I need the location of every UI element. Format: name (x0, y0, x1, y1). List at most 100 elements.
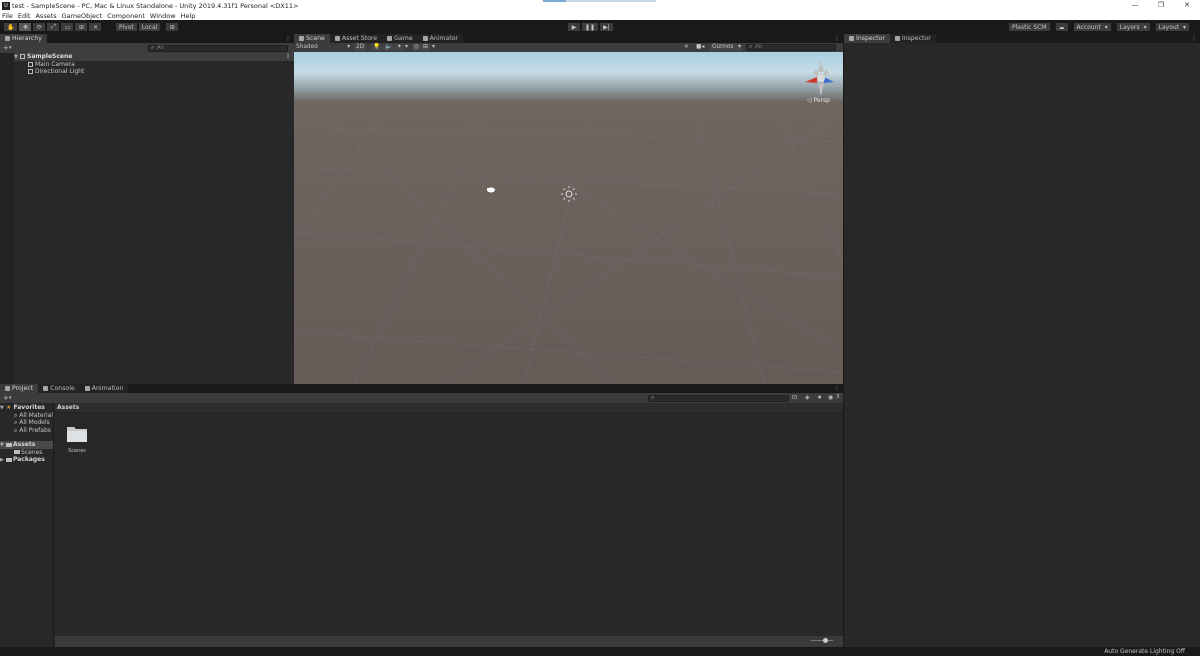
rect-tool-icon[interactable]: ▭ (60, 22, 75, 32)
account-dropdown[interactable]: Account (1072, 22, 1112, 32)
project-tabbar: Project Console Animation ⋮ (0, 384, 843, 393)
icon-size-slider-track[interactable] (811, 640, 833, 641)
hierarchy-tabbar: Hierarchy ⋮ (0, 34, 294, 43)
tab-animator[interactable]: Animator (417, 34, 463, 43)
scenes-folder-row[interactable]: Scenes (0, 449, 53, 457)
project-bottom-bar (55, 636, 843, 647)
perspective-label[interactable]: ◁ Persp (807, 97, 830, 104)
tab-asset-store[interactable]: Asset Store (329, 34, 383, 43)
hidden-objects-icon[interactable]: ◎ (412, 44, 422, 51)
panel-menu-icon[interactable]: ⋮ (834, 34, 840, 43)
grid-toggle-icon[interactable]: ⊞ (421, 44, 430, 51)
breadcrumb[interactable]: Assets (55, 403, 843, 413)
tab-inspector-2[interactable]: Inspector (889, 34, 936, 43)
step-button[interactable]: ▶| (599, 22, 614, 32)
orientation-gizmo-icon[interactable] (805, 60, 834, 96)
scene-menu-icon[interactable]: ⋮ (285, 53, 291, 61)
lighting-toggle-icon[interactable]: 💡 (371, 44, 383, 51)
pause-button[interactable]: ❚❚ (581, 22, 600, 32)
mode-2d-toggle[interactable]: 2D (354, 44, 367, 51)
tab-project-label: Project (12, 385, 34, 392)
scale-tool-icon[interactable]: ⤢ (46, 22, 61, 32)
scenes-folder-label[interactable]: Scenes (61, 448, 93, 454)
project-search-input[interactable] (648, 395, 789, 402)
play-button[interactable]: ▶ (567, 22, 581, 32)
chevron-down-icon[interactable]: ▾ (9, 393, 12, 403)
favorites-item[interactable]: ⌕ All Material (0, 412, 53, 420)
hierarchy-subbar: + ▾ All (0, 43, 294, 53)
scene-search-input[interactable]: All (746, 44, 836, 51)
minimize-icon[interactable]: — (1122, 0, 1148, 11)
layers-dropdown[interactable]: Layers (1115, 22, 1151, 32)
tab-inspector-label: Inspector (856, 35, 885, 42)
audio-toggle-icon[interactable]: 🔈 (383, 44, 395, 51)
tab-scene[interactable]: Scene (294, 34, 330, 43)
folder-icon (14, 450, 20, 454)
tools-icon[interactable]: ✕ (684, 44, 689, 51)
effects-toggle-icon[interactable]: ✦ (395, 44, 404, 51)
favorites-item[interactable]: ⌕ All Models (0, 419, 53, 427)
scene-icon (20, 54, 25, 59)
scene-viewport[interactable]: ◁ Persp (294, 52, 843, 384)
tab-inspector[interactable]: Inspector (844, 34, 890, 43)
tab-animation[interactable]: Animation (79, 384, 129, 393)
tab-hierarchy[interactable]: Hierarchy (0, 34, 47, 43)
menu-help[interactable]: Help (181, 12, 196, 20)
tab-game[interactable]: Game (382, 34, 418, 43)
inspector-icon (894, 36, 900, 41)
scenes-folder-icon[interactable] (66, 425, 88, 443)
layout-dropdown[interactable]: Layout (1154, 22, 1191, 32)
gizmos-dropdown[interactable]: Gizmos ▾ (710, 44, 742, 51)
move-tool-icon[interactable]: ✥ (18, 22, 33, 32)
grid-snap-icon[interactable]: ⊞ (165, 22, 180, 32)
project-add-button[interactable]: + (3, 393, 9, 403)
shading-mode-dropdown[interactable]: Shaded ▾ (296, 44, 350, 51)
menu-component[interactable]: Component (107, 12, 145, 20)
tree-row-directional-light[interactable]: Directional Light (14, 68, 294, 76)
menu-window[interactable]: Window (150, 12, 176, 20)
close-icon[interactable]: ✕ (1174, 0, 1200, 11)
search-by-label-icon[interactable]: ◈ (805, 394, 810, 401)
custom-tool-icon[interactable]: ✕ (88, 22, 103, 32)
panel-menu-icon[interactable]: ⋮ (1191, 34, 1197, 43)
maximize-icon[interactable]: ❐ (1148, 0, 1174, 11)
local-toggle-button[interactable]: Local (137, 22, 162, 32)
hierarchy-search-input[interactable]: All (148, 45, 288, 52)
tab-console[interactable]: Console (38, 384, 80, 393)
menu-gameobject[interactable]: GameObject (62, 12, 103, 20)
tree-row-main-camera[interactable]: Main Camera (14, 61, 294, 69)
panel-menu-icon[interactable]: ⋮ (834, 384, 840, 393)
plastic-scm-button[interactable]: Plastic SCM (1008, 22, 1051, 32)
chevron-down-icon[interactable]: ▾ (9, 43, 12, 53)
tab-console-label: Console (50, 385, 75, 392)
panel-menu-icon[interactable]: ⋮ (285, 34, 291, 43)
rotate-tool-icon[interactable]: ⟳ (32, 22, 47, 32)
hand-tool-icon[interactable]: ✋ (3, 22, 19, 32)
menu-file[interactable]: File (2, 12, 13, 20)
search-by-type-icon[interactable]: ⊡ (792, 394, 797, 401)
favorite-star-icon: ★ (6, 404, 12, 411)
camera-icon[interactable]: ■◂ (696, 44, 704, 51)
icon-size-slider-handle[interactable] (823, 638, 828, 643)
light-gizmo-icon[interactable] (561, 186, 577, 202)
hidden-packages-icon[interactable]: ◉ (828, 394, 833, 401)
hierarchy-add-button[interactable]: + (3, 43, 9, 53)
packages-folder-row[interactable]: ▶ Packages (0, 456, 53, 464)
pivot-toggle-button[interactable]: Pivot (115, 22, 138, 32)
menu-assets[interactable]: Assets (35, 12, 56, 20)
chevron-down-icon[interactable]: ▾ (405, 44, 408, 51)
tab-project[interactable]: Project (0, 384, 39, 393)
favorites-label: Favorites (13, 404, 45, 411)
transform-tool-icon[interactable]: ⊞ (74, 22, 89, 32)
chevron-down-icon[interactable]: ▾ (432, 44, 435, 51)
favorites-row[interactable]: ▼ ★ Favorites (0, 404, 53, 412)
tree-row-scene[interactable]: ▼ SampleScene ⋮ (14, 53, 294, 61)
assets-folder-row[interactable]: ▼ Assets (0, 441, 53, 449)
menu-edit[interactable]: Edit (18, 12, 31, 20)
favorites-item[interactable]: ⌕ All Prefabs (0, 427, 53, 435)
camera-gizmo-icon[interactable] (487, 187, 495, 193)
gizmos-label: Gizmos (712, 44, 734, 50)
favorite-star-icon[interactable]: ★ (817, 394, 822, 401)
cloud-icon[interactable]: ☁ (1054, 22, 1069, 32)
window-titlebar: U test - SampleScene - PC, Mac & Linux S… (0, 0, 1200, 11)
